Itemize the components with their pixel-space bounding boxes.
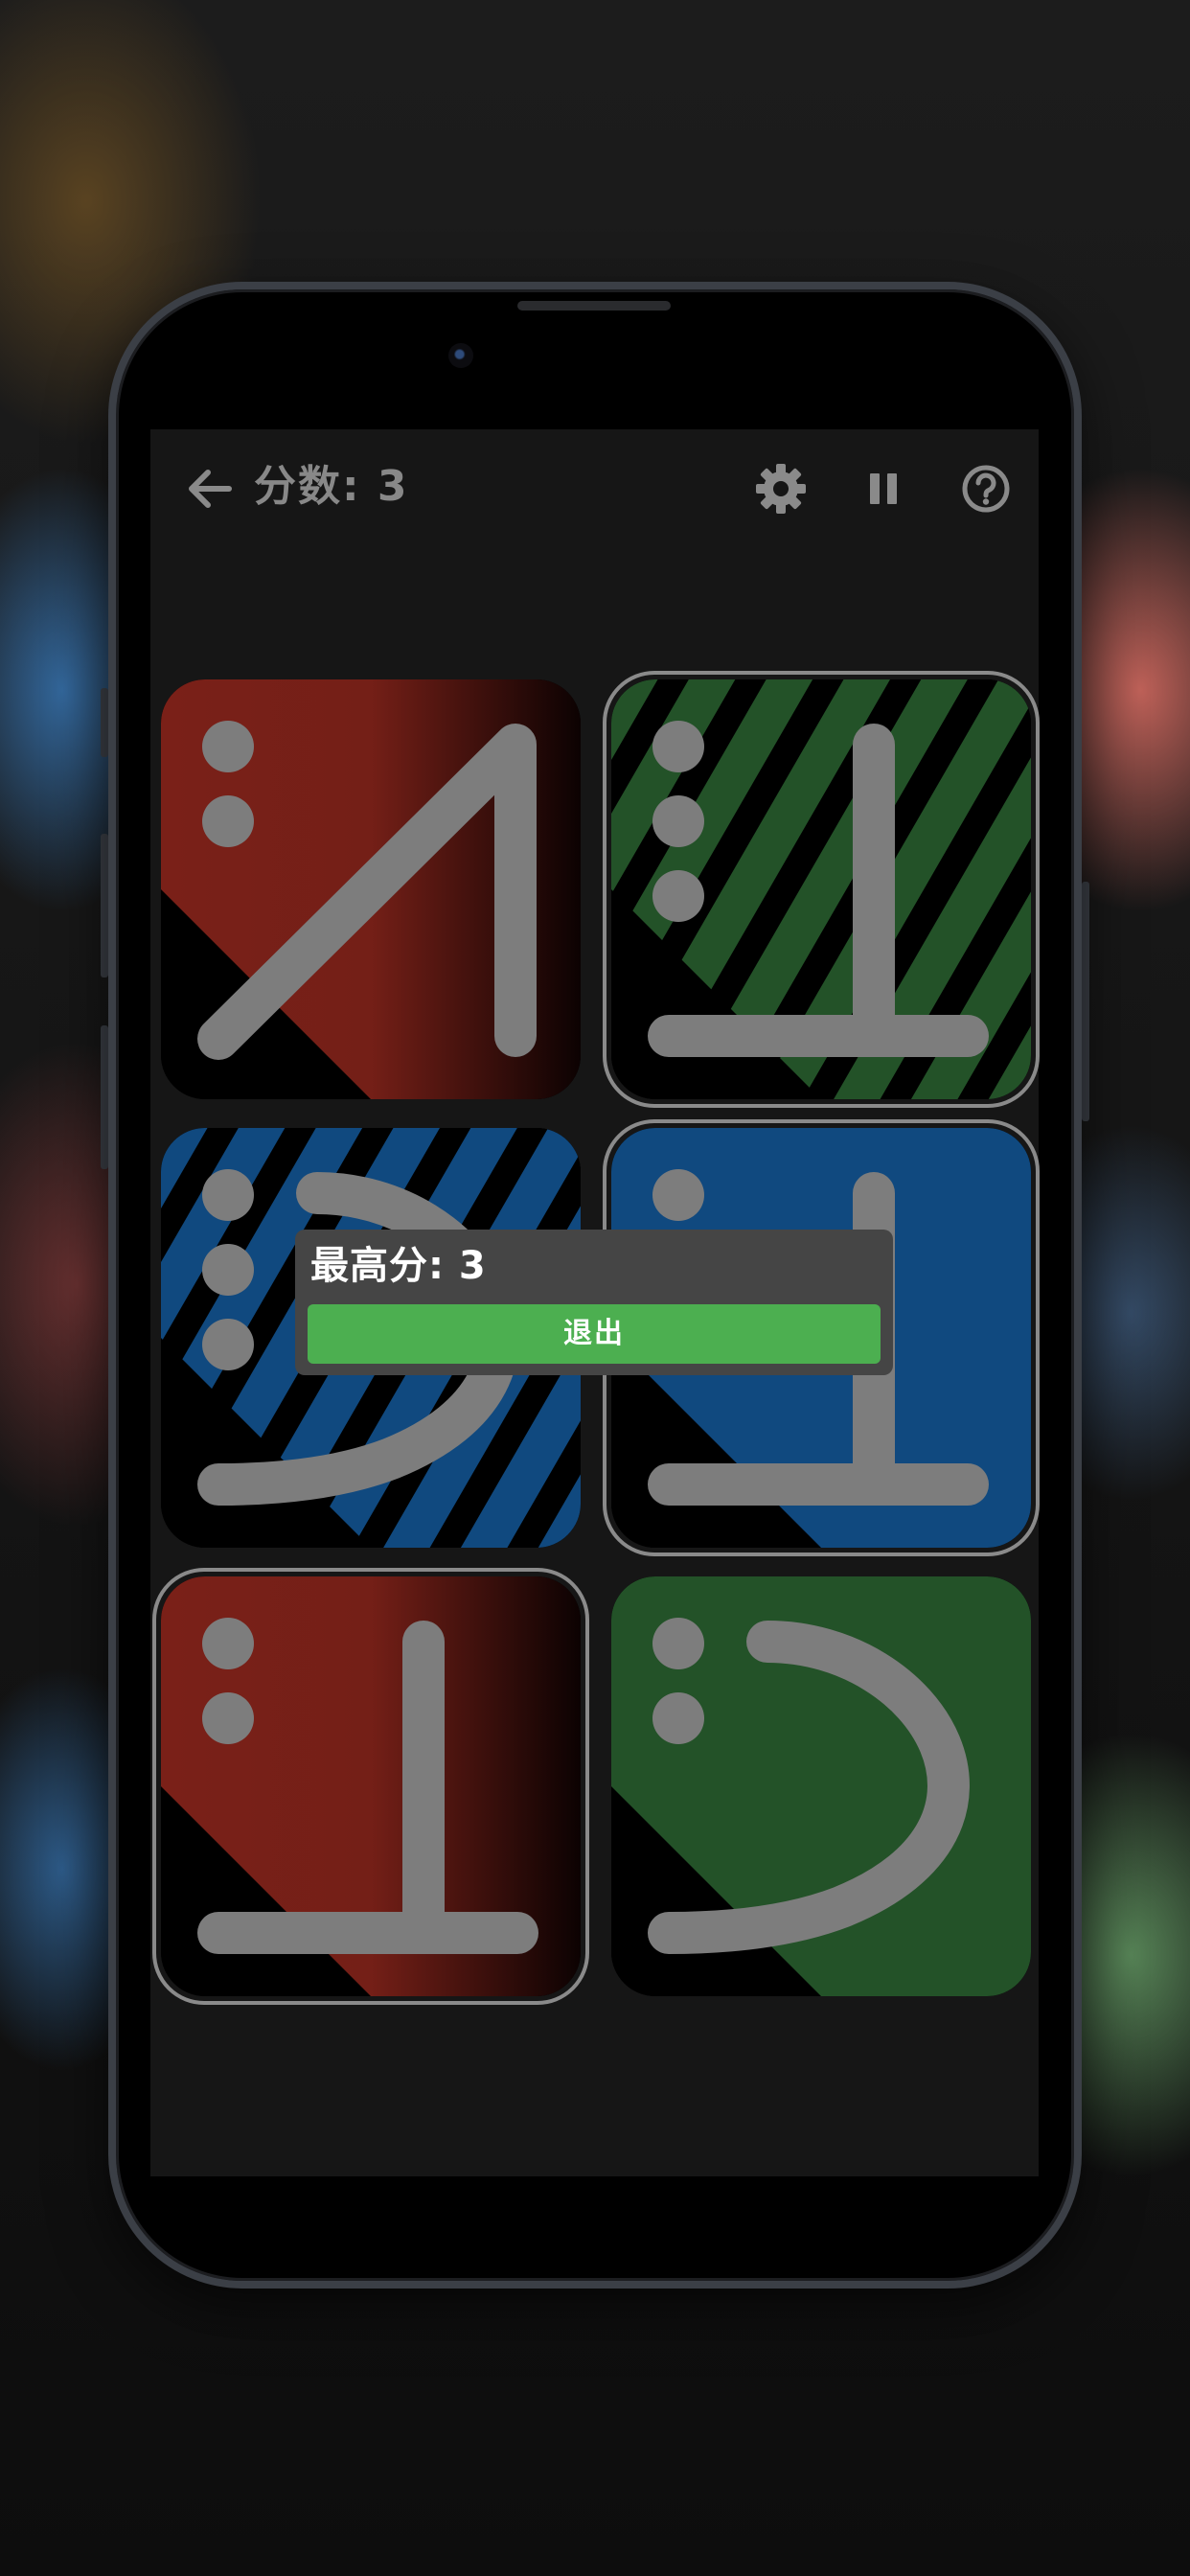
phone-power-button [1082, 882, 1089, 1121]
phone-volume-up [101, 834, 108, 978]
card-r3-c1[interactable] [161, 1576, 581, 1996]
card-r3-c1-art [161, 1576, 581, 1996]
card-r3-c2-art [611, 1576, 1031, 1996]
phone-speaker [517, 301, 671, 310]
card-r1-c1[interactable] [161, 679, 581, 1099]
top-bar: 分数: 3 [150, 429, 1039, 544]
gear-icon[interactable] [750, 458, 812, 519]
phone-volume-down [101, 1025, 108, 1169]
card-r3-c2[interactable] [611, 1576, 1031, 1996]
high-score-label: 最高分: 3 [310, 1244, 487, 1288]
help-icon[interactable] [955, 458, 1017, 519]
card-r1-c2[interactable] [611, 679, 1031, 1099]
phone-camera [448, 343, 473, 368]
exit-button[interactable]: 退出 [308, 1304, 881, 1364]
card-r1-c2-art [611, 679, 1031, 1099]
phone-side-button [101, 688, 108, 757]
card-r1-c1-art [161, 679, 581, 1099]
back-arrow-icon[interactable] [179, 458, 240, 519]
high-score-dialog: 最高分: 3 退出 [295, 1230, 893, 1375]
pause-icon[interactable] [853, 458, 914, 519]
score-label: 分数: 3 [254, 462, 409, 511]
